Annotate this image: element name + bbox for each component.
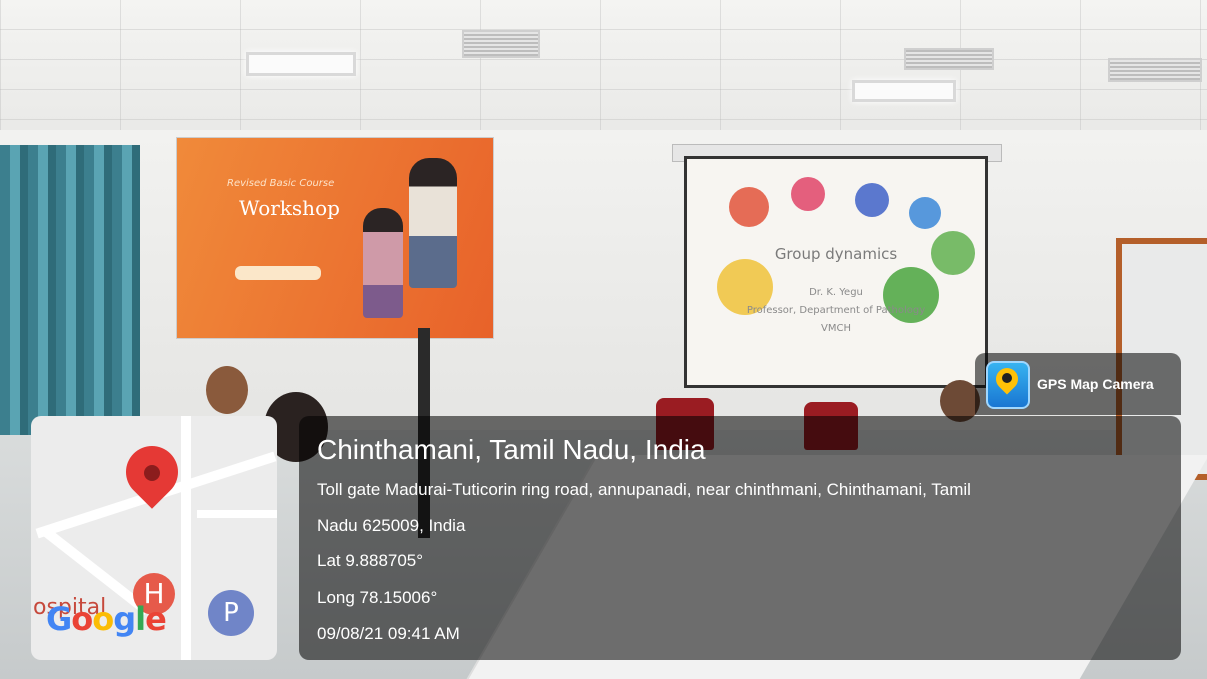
app-name: GPS Map Camera <box>1037 376 1154 392</box>
parking-marker-icon: P <box>208 590 254 636</box>
banner-title: Workshop <box>239 196 340 220</box>
slide-role: Professor, Department of Pathology <box>746 305 926 316</box>
address-line-2: Nadu 625009, India <box>317 516 466 535</box>
banner-script-line: Revised Basic Course <box>227 178 335 189</box>
slide-figure <box>729 187 769 227</box>
google-logo-letter: g <box>113 600 136 638</box>
app-icon-dot <box>1002 373 1012 383</box>
projector-screen: Group dynamics Dr. K. Yegu Professor, De… <box>684 156 988 388</box>
latitude: Lat 9.888705° <box>317 551 424 570</box>
slide-institution: VMCH <box>821 323 851 334</box>
slide-figure <box>855 183 889 217</box>
ceiling-vent <box>462 30 540 58</box>
ceiling-light <box>246 52 356 76</box>
google-logo-letter: G <box>46 600 72 638</box>
banner-person <box>363 208 403 318</box>
slide-title: Group dynamics <box>774 245 898 263</box>
ceiling-vent <box>904 48 994 70</box>
location-pin-dot <box>144 465 160 481</box>
map-road <box>197 510 277 518</box>
google-logo: Google <box>46 600 167 638</box>
timestamp: 09/08/21 09:41 AM <box>317 624 460 643</box>
slide-figure <box>909 197 941 229</box>
ceiling-tiles <box>0 0 1207 150</box>
workshop-banner: Revised Basic Course Workshop <box>176 137 494 339</box>
window-curtain <box>0 145 140 435</box>
longitude: Long 78.15006° <box>317 588 438 607</box>
address-line-1: Toll gate Madurai-Tuticorin ring road, a… <box>317 480 971 499</box>
google-logo-letter: o <box>71 600 93 638</box>
google-logo-letter: l <box>135 600 146 638</box>
google-logo-letter: o <box>92 600 114 638</box>
google-logo-letter: e <box>145 600 167 638</box>
ceiling-light <box>852 80 956 102</box>
location-title: Chinthamani, Tamil Nadu, India <box>317 434 706 465</box>
slide-figure <box>791 177 825 211</box>
ceiling-vent <box>1108 58 1202 82</box>
slide-presenter: Dr. K. Yegu <box>809 287 863 298</box>
banner-person <box>409 158 457 288</box>
map-road <box>181 416 191 660</box>
banner-date-pill <box>235 266 321 280</box>
person <box>206 366 248 414</box>
